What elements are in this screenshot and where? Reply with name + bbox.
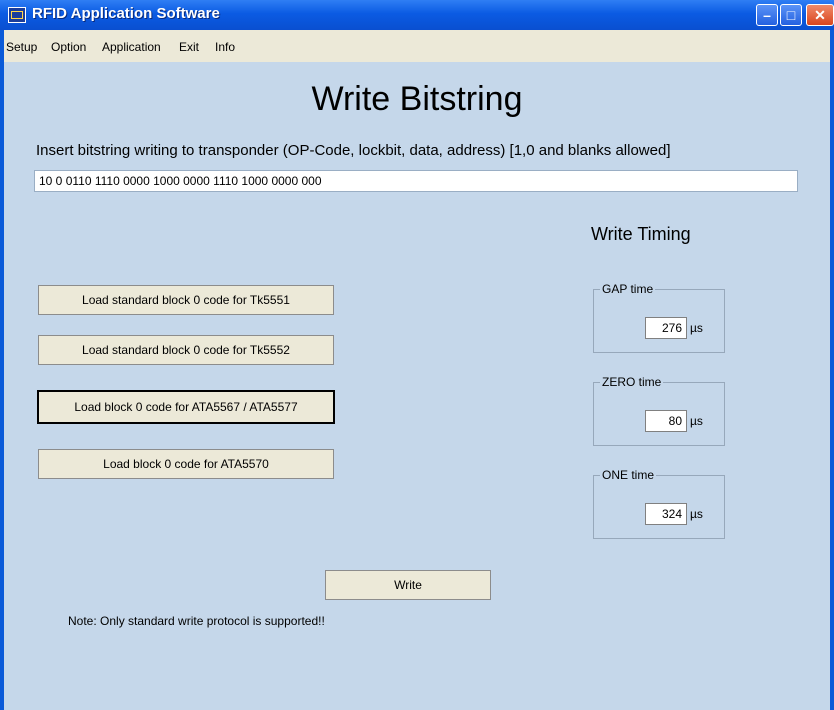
menu-application[interactable]: Application: [102, 40, 161, 54]
load-tk5552-button[interactable]: Load standard block 0 code for Tk5552: [38, 335, 334, 365]
menu-setup[interactable]: Setup: [6, 40, 37, 54]
gap-time-unit: µs: [690, 321, 703, 335]
one-time-input[interactable]: 324: [645, 503, 687, 525]
close-button[interactable]: ✕: [806, 4, 834, 26]
zero-time-input[interactable]: 80: [645, 410, 687, 432]
one-time-unit: µs: [690, 507, 703, 521]
minimize-button[interactable]: –: [756, 4, 778, 26]
gap-time-group: GAP time 276 µs: [593, 282, 725, 353]
menu-option[interactable]: Option: [51, 40, 86, 54]
zero-time-unit: µs: [690, 414, 703, 428]
load-ata5567-button[interactable]: Load block 0 code for ATA5567 / ATA5577: [37, 390, 335, 424]
load-ata5570-button[interactable]: Load block 0 code for ATA5570: [38, 449, 334, 479]
gap-time-label: GAP time: [600, 282, 656, 296]
maximize-button[interactable]: □: [780, 4, 802, 26]
one-time-group: ONE time 324 µs: [593, 468, 725, 539]
window-title: RFID Application Software: [32, 5, 220, 22]
title-bar[interactable]: RFID Application Software – □ ✕: [0, 0, 834, 30]
zero-time-label: ZERO time: [600, 375, 664, 389]
app-window: RFID Application Software – □ ✕ Setup Op…: [0, 0, 834, 710]
menu-info[interactable]: Info: [215, 40, 235, 54]
note-text: Note: Only standard write protocol is su…: [68, 614, 325, 628]
menu-exit[interactable]: Exit: [179, 40, 199, 54]
zero-time-group: ZERO time 80 µs: [593, 375, 725, 446]
gap-time-input[interactable]: 276: [645, 317, 687, 339]
app-icon: [8, 7, 26, 23]
load-tk5551-button[interactable]: Load standard block 0 code for Tk5551: [38, 285, 334, 315]
menu-bar: Setup Option Application Exit Info: [4, 30, 830, 62]
bitstring-input[interactable]: 10 0 0110 1110 0000 1000 0000 1110 1000 …: [34, 170, 798, 192]
main-panel: Write Bitstring Insert bitstring writing…: [4, 62, 830, 710]
page-title: Write Bitstring: [311, 80, 523, 118]
instruction-label: Insert bitstring writing to transponder …: [36, 142, 671, 159]
write-button[interactable]: Write: [325, 570, 491, 600]
write-timing-title: Write Timing: [591, 224, 691, 244]
one-time-label: ONE time: [600, 468, 657, 482]
